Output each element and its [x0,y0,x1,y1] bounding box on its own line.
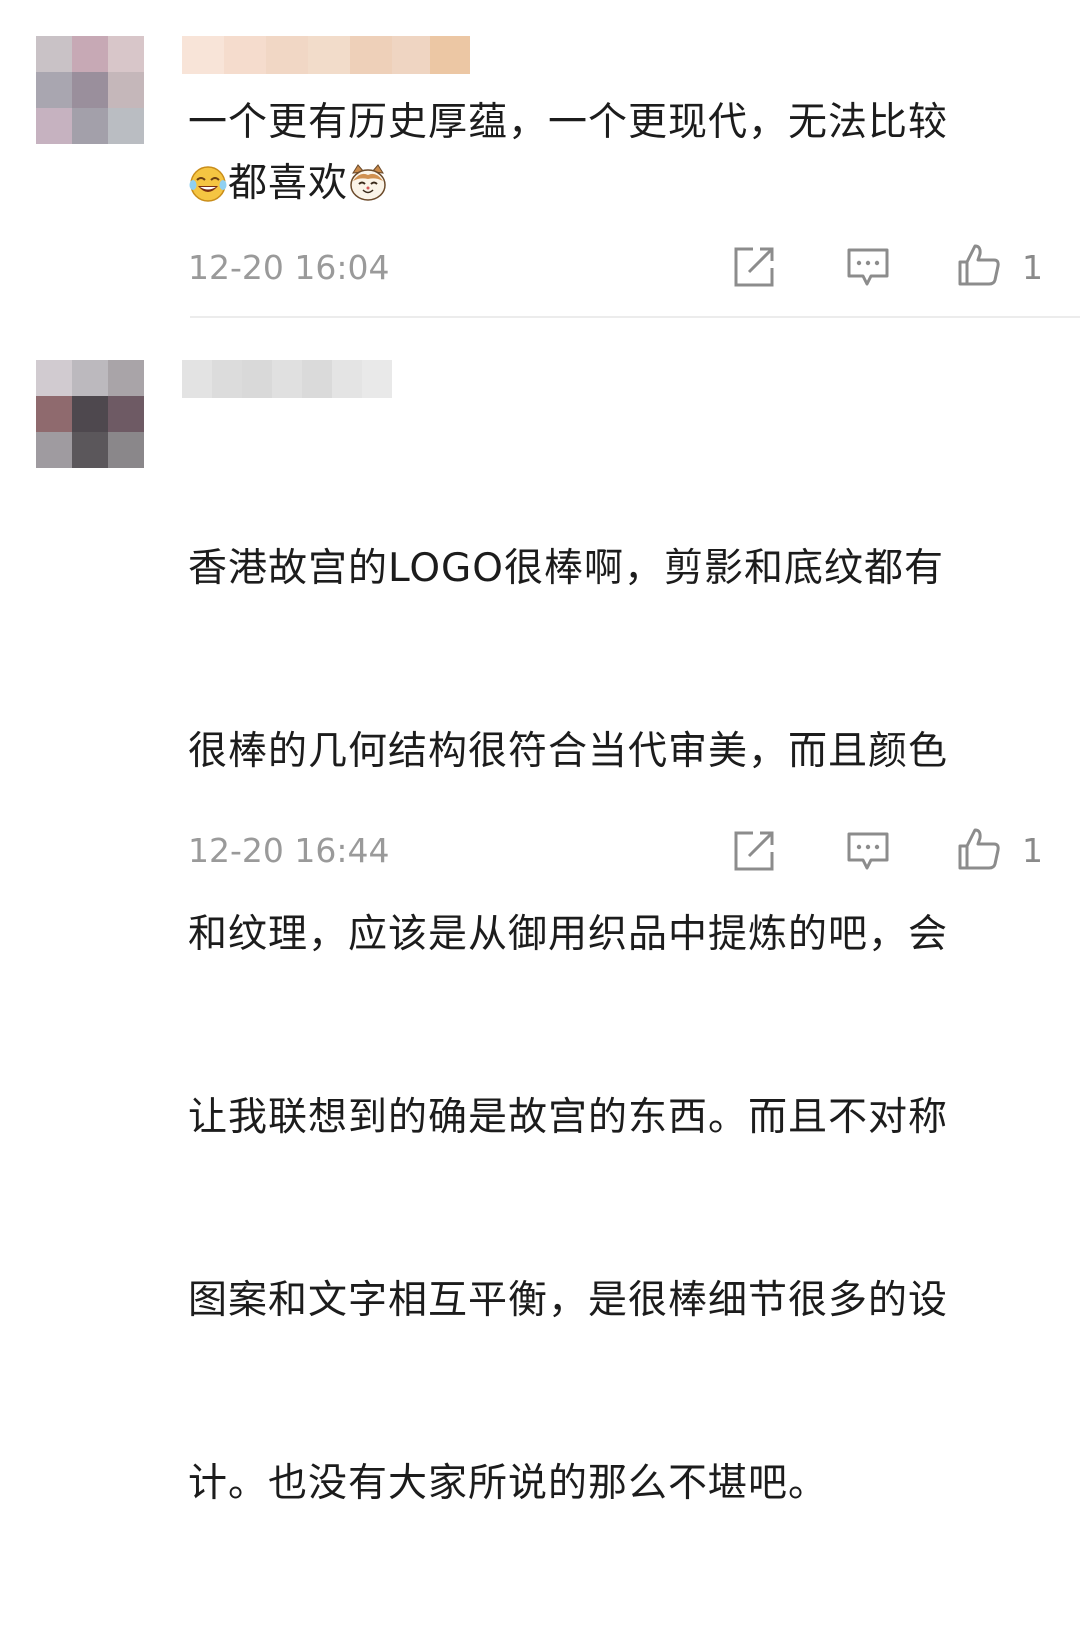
username-blurred[interactable] [182,36,470,74]
comment-text-line: 都喜欢 [228,161,349,206]
avatar-pixel [108,396,144,432]
share-edit-icon[interactable] [731,244,777,290]
comment-text-line: 和纹理，应该是从御用织品中提炼的吧，会 [188,912,949,957]
comment-item: 一个更有历史厚蕴，一个更现代，无法比较 都喜欢 12-20 16:04 1 [0,0,1080,316]
avatar-pixel [36,72,72,108]
avatar-pixel [108,36,144,72]
comment-item: 香港故宫的LOGO很棒啊，剪影和底纹都有 很棒的几何结构很符合当代审美，而且颜色… [0,318,1080,1506]
comment-bubble-icon[interactable] [845,244,891,290]
avatar-pixel [72,108,108,144]
avatar[interactable] [36,36,144,144]
name-pixel [350,36,392,74]
comment-text-line: 一个更有历史厚蕴，一个更现代，无法比较 [188,100,949,145]
avatar-pixel [108,360,144,396]
comment-text-line: 香港故宫的LOGO很棒啊，剪影和底纹都有 [188,546,944,591]
comment-timestamp: 12-20 16:04 [188,248,390,287]
name-pixel [392,36,430,74]
avatar-pixel [36,432,72,468]
avatar-pixel [36,36,72,72]
name-pixel [266,36,308,74]
name-pixel [332,360,362,398]
avatar-pixel [108,432,144,468]
cat-face-emoji [350,164,386,201]
thumbs-up-icon[interactable] [956,242,1002,288]
like-count: 1 [1022,248,1043,287]
laughing-tears-emoji [189,166,227,202]
name-pixel [224,36,266,74]
name-pixel [242,360,272,398]
comment-text-line: 计。也没有大家所说的那么不堪吧。 [188,1461,829,1506]
name-pixel [302,360,332,398]
name-pixel [212,360,242,398]
avatar[interactable] [36,360,144,468]
name-pixel [308,36,350,74]
comment-text-line: 让我联想到的确是故宫的东西。而且不对称 [188,1095,949,1140]
avatar-pixel [72,396,108,432]
comment-text: 一个更有历史厚蕴，一个更现代，无法比较 都喜欢 [188,92,1068,214]
avatar-pixel [72,432,108,468]
comment-text: 香港故宫的LOGO很棒啊，剪影和底纹都有 很棒的几何结构很符合当代审美，而且颜色… [188,416,1068,1636]
name-pixel [272,360,302,398]
like-count: 1 [1022,831,1043,870]
avatar-pixel [72,72,108,108]
avatar-pixel [36,396,72,432]
avatar-pixel [108,108,144,144]
username-blurred[interactable] [182,360,392,398]
comment-timestamp: 12-20 16:44 [188,831,390,870]
avatar-pixel [72,360,108,396]
avatar-pixel [72,36,108,72]
name-pixel [430,36,470,74]
avatar-pixel [36,360,72,396]
avatar-pixel [36,108,72,144]
comment-bubble-icon[interactable] [845,828,891,874]
comment-text-line: 图案和文字相互平衡，是很棒细节很多的设 [188,1278,949,1323]
avatar-pixel [108,72,144,108]
name-pixel [182,36,224,74]
name-pixel [362,360,392,398]
name-pixel [182,360,212,398]
share-edit-icon[interactable] [731,828,777,874]
thumbs-up-icon[interactable] [956,826,1002,872]
comment-text-line: 很棒的几何结构很符合当代审美，而且颜色 [188,729,949,774]
